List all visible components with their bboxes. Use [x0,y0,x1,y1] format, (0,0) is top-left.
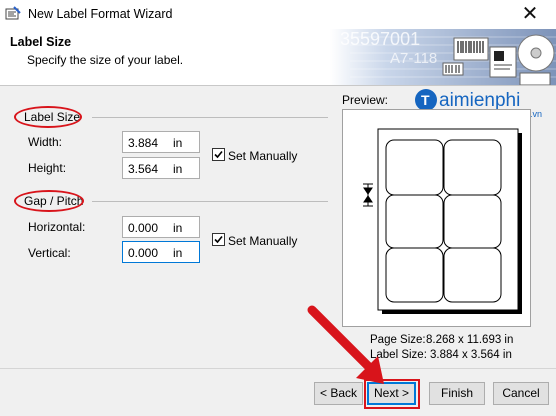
checkmark-icon [214,150,223,159]
label-cell [385,247,444,303]
label-size-set-manually-checkbox[interactable] [212,148,225,161]
close-icon: ✕ [521,3,539,25]
preview-panel [342,109,531,327]
vertical-input[interactable]: 0.000 in [122,241,200,263]
watermark-brand: aimienphi [439,90,520,111]
page-title: Label Size [10,35,72,49]
gap-pitch-set-manually-label: Set Manually [228,234,298,248]
width-value: 3.884 [128,136,159,150]
width-unit: in [173,136,183,150]
label-cell [443,139,502,196]
label-size-summary-value: 3.884 x 3.564 in [430,349,512,361]
height-unit: in [173,162,183,176]
title-bar: New Label Format Wizard ✕ [0,0,556,29]
banner-number: 35597001 [340,29,420,49]
gap-pitch-divider [92,201,328,202]
cancel-button[interactable]: Cancel [493,382,549,405]
label-size-divider [92,117,328,118]
vertical-unit: in [173,246,183,260]
banner-code: A7-118 [390,50,437,67]
label-cell [443,247,502,303]
gap-pitch-set-manually-checkbox[interactable] [212,233,225,246]
width-label: Width: [28,135,63,149]
label-cell [385,194,444,249]
wizard-header: Label Size Specify the size of your labe… [0,29,556,86]
horizontal-unit: in [173,221,183,235]
checkmark-icon [214,235,223,244]
width-input[interactable]: 3.884 in [122,131,200,153]
gap-indicator-icon [363,183,373,207]
page-subtitle: Specify the size of your label. [27,53,184,67]
annotation-arrow-icon [307,305,384,384]
watermark-suffix: .vn [530,109,542,119]
label-layout-preview [363,128,522,314]
annotation-circle-label-size [14,106,82,128]
wizard-window: New Label Format Wizard ✕ Label Size Spe… [0,0,556,416]
page-size-value: 8.268 x 11.693 in [426,334,514,346]
label-size-set-manually-label: Set Manually [228,149,298,163]
height-value: 3.564 [128,162,159,176]
svg-text:T: T [421,92,430,108]
height-label: Height: [28,161,67,175]
footer-divider [0,368,556,369]
label-cell [385,139,444,196]
label-cell [443,194,502,249]
window-title: New Label Format Wizard [28,7,173,21]
vertical-label: Vertical: [28,246,71,260]
finish-button[interactable]: Finish [429,382,485,405]
app-icon [5,6,21,20]
banner-illustration: 35597001 A7-118 [330,29,556,85]
height-input[interactable]: 3.564 in [122,157,200,179]
horizontal-label: Horizontal: [28,220,86,234]
horizontal-value: 0.000 [128,221,159,235]
horizontal-input[interactable]: 0.000 in [122,216,200,238]
annotation-circle-gap-pitch [14,190,84,212]
preview-caption: Preview: [342,93,389,107]
close-button[interactable]: ✕ [510,2,550,27]
vertical-value: 0.000 [128,246,159,260]
